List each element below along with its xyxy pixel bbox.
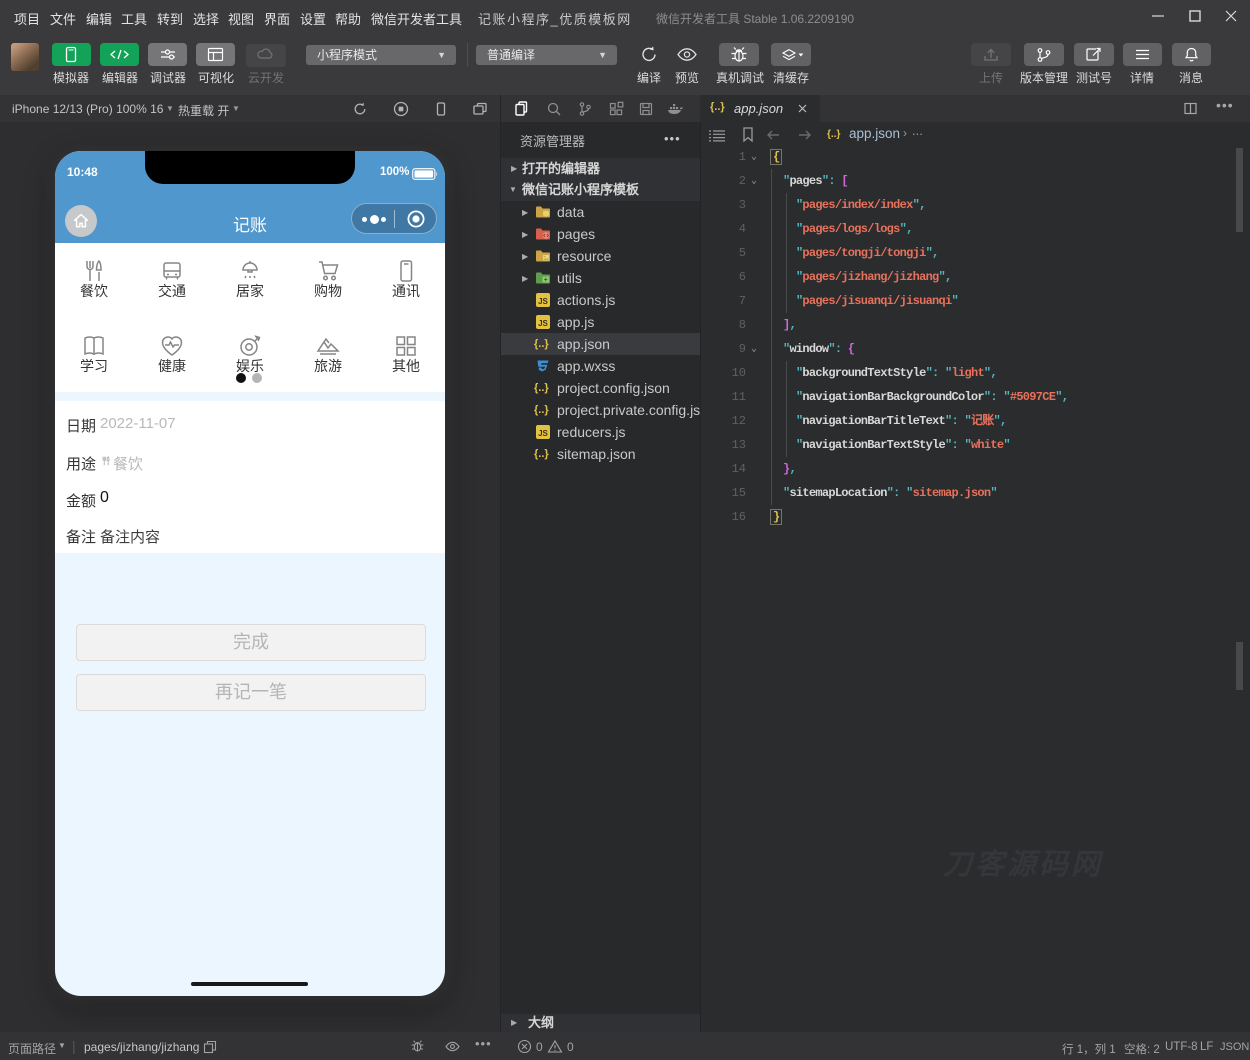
svg-text:JS: JS (538, 429, 548, 438)
svg-text:JS: JS (538, 319, 548, 328)
svg-text:JS: JS (538, 297, 548, 306)
